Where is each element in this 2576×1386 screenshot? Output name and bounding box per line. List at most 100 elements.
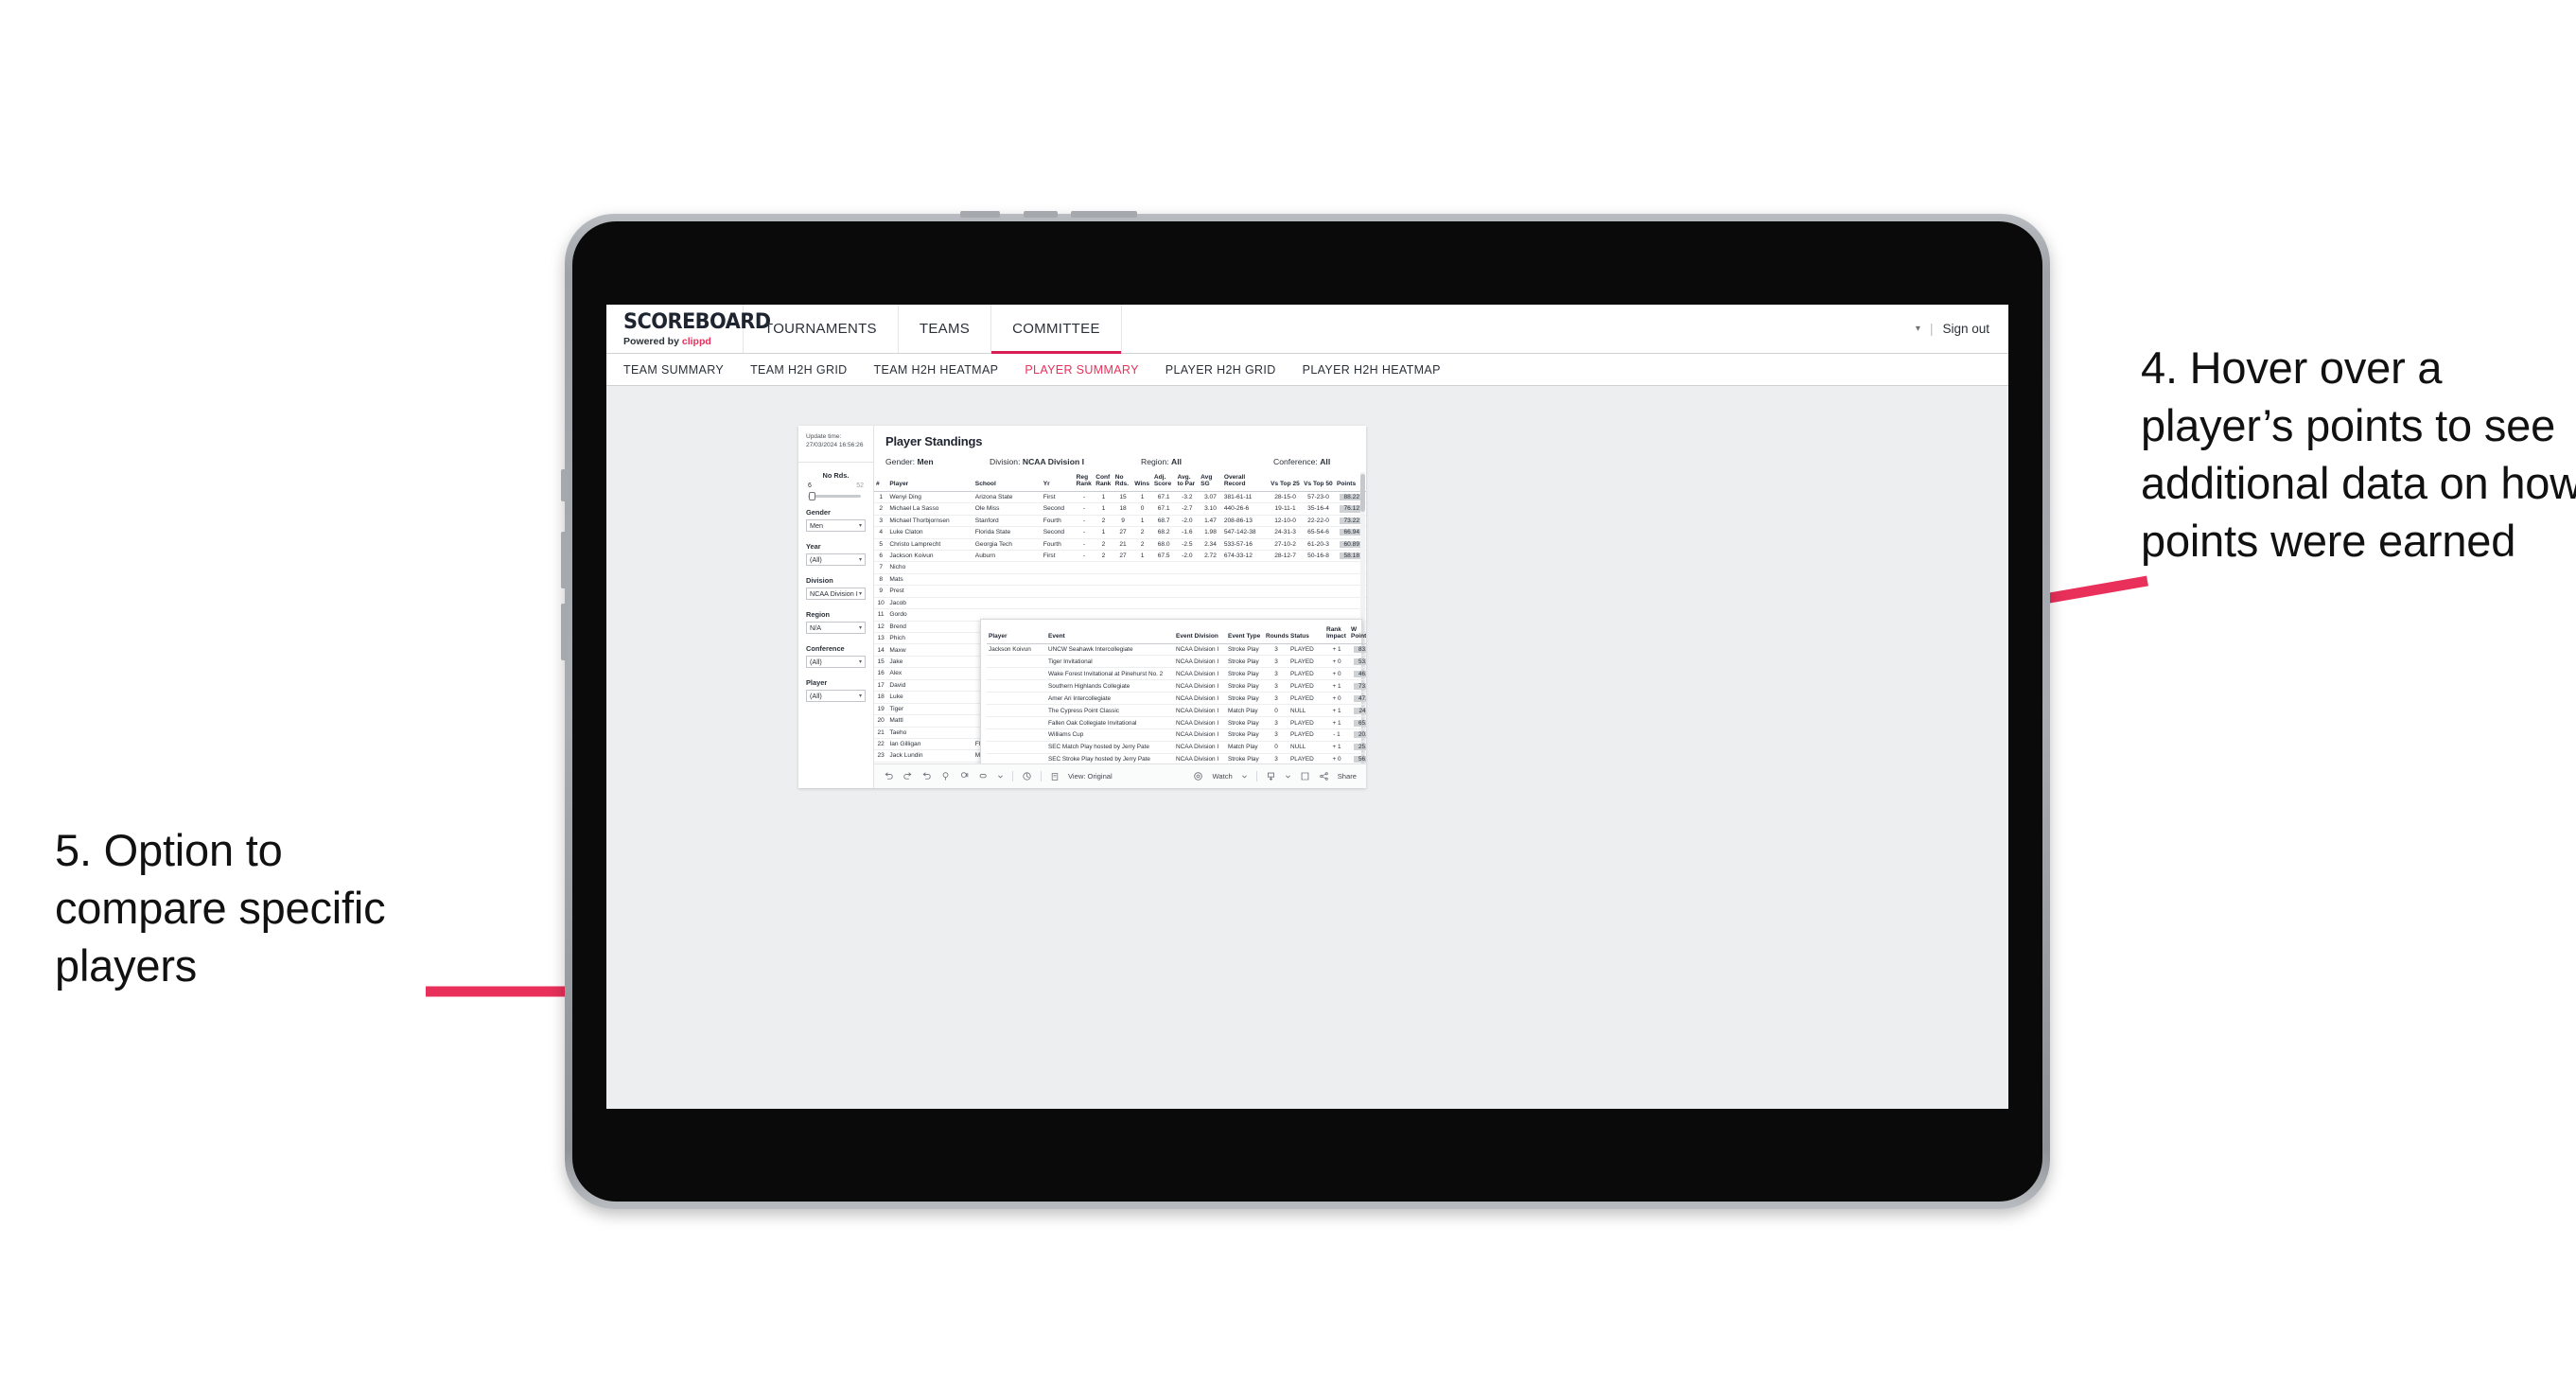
column-header-vs-top-25[interactable]: Vs Top 25 [1269,472,1303,492]
points-badge[interactable]: 88.22 [1340,493,1362,501]
chevron-down-icon[interactable]: ▾ [859,522,862,529]
slider-track[interactable] [808,491,861,500]
watch-icon[interactable] [1193,771,1203,781]
points-badge[interactable]: 76.12 [1340,505,1362,513]
table-row[interactable]: 6 Jackson Koivun Auburn First -2 27 1 67.5 -2.0 2… [874,550,1366,563]
table-row[interactable]: 9 Prest [874,585,1366,598]
download-icon[interactable] [1266,771,1276,781]
tooltip-table: Player Event Event Division Event Type Round… [987,625,1366,763]
nav-item-committee[interactable]: COMMITTEE [991,305,1122,354]
chevron-down-icon[interactable]: ▾ [859,624,862,631]
column-header-conf-rank[interactable]: Conf Rank [1094,472,1113,492]
table-row[interactable]: 7 Nicho [874,561,1366,574]
column-header-wins[interactable]: Wins [1132,472,1152,492]
filter-conference-select[interactable]: (All) ▾ [806,655,866,668]
chevron-down-icon[interactable]: ▾ [859,658,862,665]
tab-team-h2h-grid[interactable]: TEAM H2H GRID [750,363,847,377]
tab-team-summary[interactable]: TEAM SUMMARY [623,363,724,377]
chevron-down-icon[interactable] [1241,773,1248,780]
nav-item-teams[interactable]: TEAMS [899,305,992,353]
tooltip-cell-rank-impact: + 0 [1324,692,1349,706]
tab-team-h2h-heatmap[interactable]: TEAM H2H HEATMAP [874,363,999,377]
tooltip-cell-event-type: Stroke Play [1226,643,1264,657]
column-header-avg-to-par[interactable]: Avg. to Par [1175,472,1200,492]
table-row[interactable]: 4 Luke Claton Florida State Second -1 27 2 68.2… [874,526,1366,539]
revert-icon[interactable] [921,771,932,781]
undo-icon[interactable] [884,771,894,781]
pause-auto-update-icon[interactable] [940,771,951,781]
view-original-icon[interactable] [1050,772,1060,781]
tooltip-points-badge: 56.18 [1354,756,1366,763]
cell-t25: 24-31-3 [1269,526,1303,539]
cell-player: Jake [887,656,973,669]
tooltip-cell-event-division: NCAA Division I [1174,679,1226,693]
points-badge[interactable]: 73.22 [1340,517,1362,524]
column-header-school[interactable]: School [973,472,1042,492]
cell-adj: 67.1 [1151,491,1176,504]
chevron-down-icon[interactable] [997,773,1004,780]
table-row[interactable]: 5 Christo Lamprecht Georgia Tech Fourth -2 21… [874,538,1366,551]
filter-gender-select[interactable]: Men ▾ [806,518,866,532]
chevron-down-icon[interactable]: ▾ [859,693,862,699]
cell-record: 674-33-12 [1221,550,1270,563]
tooltip-cell-player [987,692,1046,706]
standings-header-row: # Player School Yr Reg Rank Conf Rank No Rds. W… [874,472,1366,492]
tab-player-h2h-heatmap[interactable]: PLAYER H2H HEATMAP [1303,363,1441,377]
tab-player-h2h-grid[interactable]: PLAYER H2H GRID [1165,363,1276,377]
clear-sheet-icon[interactable] [978,771,989,781]
tooltip-cell-event-type: Stroke Play [1226,667,1264,681]
column-header-player[interactable]: Player [887,472,973,492]
chevron-down-icon[interactable]: ▾ [859,556,862,563]
tab-player-summary[interactable]: PLAYER SUMMARY [1025,363,1138,377]
column-header-vs-top-50[interactable]: Vs Top 50 [1302,472,1335,492]
cell-sg: 2.34 [1199,538,1222,551]
table-row[interactable]: 1 Wenyi Ding Arizona State First -1 15 1 67.1 -3… [874,491,1366,504]
column-header-avg-sg[interactable]: Avg SG [1199,472,1222,492]
chevron-down-icon[interactable] [1285,773,1291,780]
column-header-adj-score[interactable]: Adj. Score [1151,472,1176,492]
cell-t50 [1302,585,1335,598]
tooltip-cell-event-division: NCAA Division I [1174,753,1226,763]
points-badge[interactable]: 66.94 [1340,529,1362,536]
watch-label[interactable]: Watch [1212,772,1232,781]
column-header-[interactable]: # [874,472,888,492]
filter-division-select[interactable]: NCAA Division I ▾ [806,587,866,600]
no-rds-slider[interactable]: 6 52 [806,482,866,500]
brand-logo[interactable]: SCOREBOARD Powered by clippd [606,305,771,353]
scrollbar-thumb[interactable] [1360,474,1365,512]
pause-icon[interactable] [1022,771,1032,781]
points-badge[interactable]: 60.89 [1340,540,1362,548]
cell-adj: 68.0 [1151,538,1176,551]
share-label[interactable]: Share [1338,772,1357,781]
column-header-reg-rank[interactable]: Reg Rank [1074,472,1095,492]
brand-clippd: clippd [681,336,711,347]
table-row[interactable]: 8 Mats [874,573,1366,587]
cell-reg: - [1074,515,1095,528]
refresh-icon[interactable] [959,771,970,781]
filter-player-select[interactable]: (All) ▾ [806,689,866,702]
player-standings-viz: Update time: 27/03/2024 16:56:26 No Rds.… [798,426,1366,788]
table-row[interactable]: 3 Michael Thorbjornsen Stanford Fourth -2 9 1 6… [874,515,1366,528]
column-header-no-rds[interactable]: No Rds. [1113,472,1133,492]
fullscreen-icon[interactable] [1300,771,1310,781]
cell-conf [1094,585,1113,598]
filter-year-select[interactable]: (All) ▾ [806,553,866,566]
chevron-down-icon[interactable]: ▾ [1916,324,1920,334]
table-row[interactable]: 2 Michael La Sasso Ole Miss Second -1 18 0 67.1… [874,502,1366,516]
sign-out-link[interactable]: Sign out [1942,322,1989,336]
share-icon[interactable] [1319,771,1329,781]
tooltip-column-event: Event [1046,625,1174,644]
filter-region-select[interactable]: N/A ▾ [806,621,866,634]
column-header-yr[interactable]: Yr [1041,472,1075,492]
cell-sg: 2.72 [1199,550,1222,563]
points-badge[interactable]: 58.18 [1340,553,1362,560]
cell-t25: 27-10-2 [1269,538,1303,551]
chevron-down-icon[interactable]: ▾ [859,590,862,597]
slider-handle[interactable] [809,491,815,500]
nav-item-tournaments[interactable]: TOURNAMENTS [744,305,899,353]
table-row[interactable]: 10 Jacob [874,597,1366,610]
filter-region-label: Region [806,609,831,619]
redo-icon[interactable] [902,771,913,781]
column-header-overall-record[interactable]: Overall Record [1221,472,1270,492]
view-original-label[interactable]: View: Original [1068,772,1113,781]
